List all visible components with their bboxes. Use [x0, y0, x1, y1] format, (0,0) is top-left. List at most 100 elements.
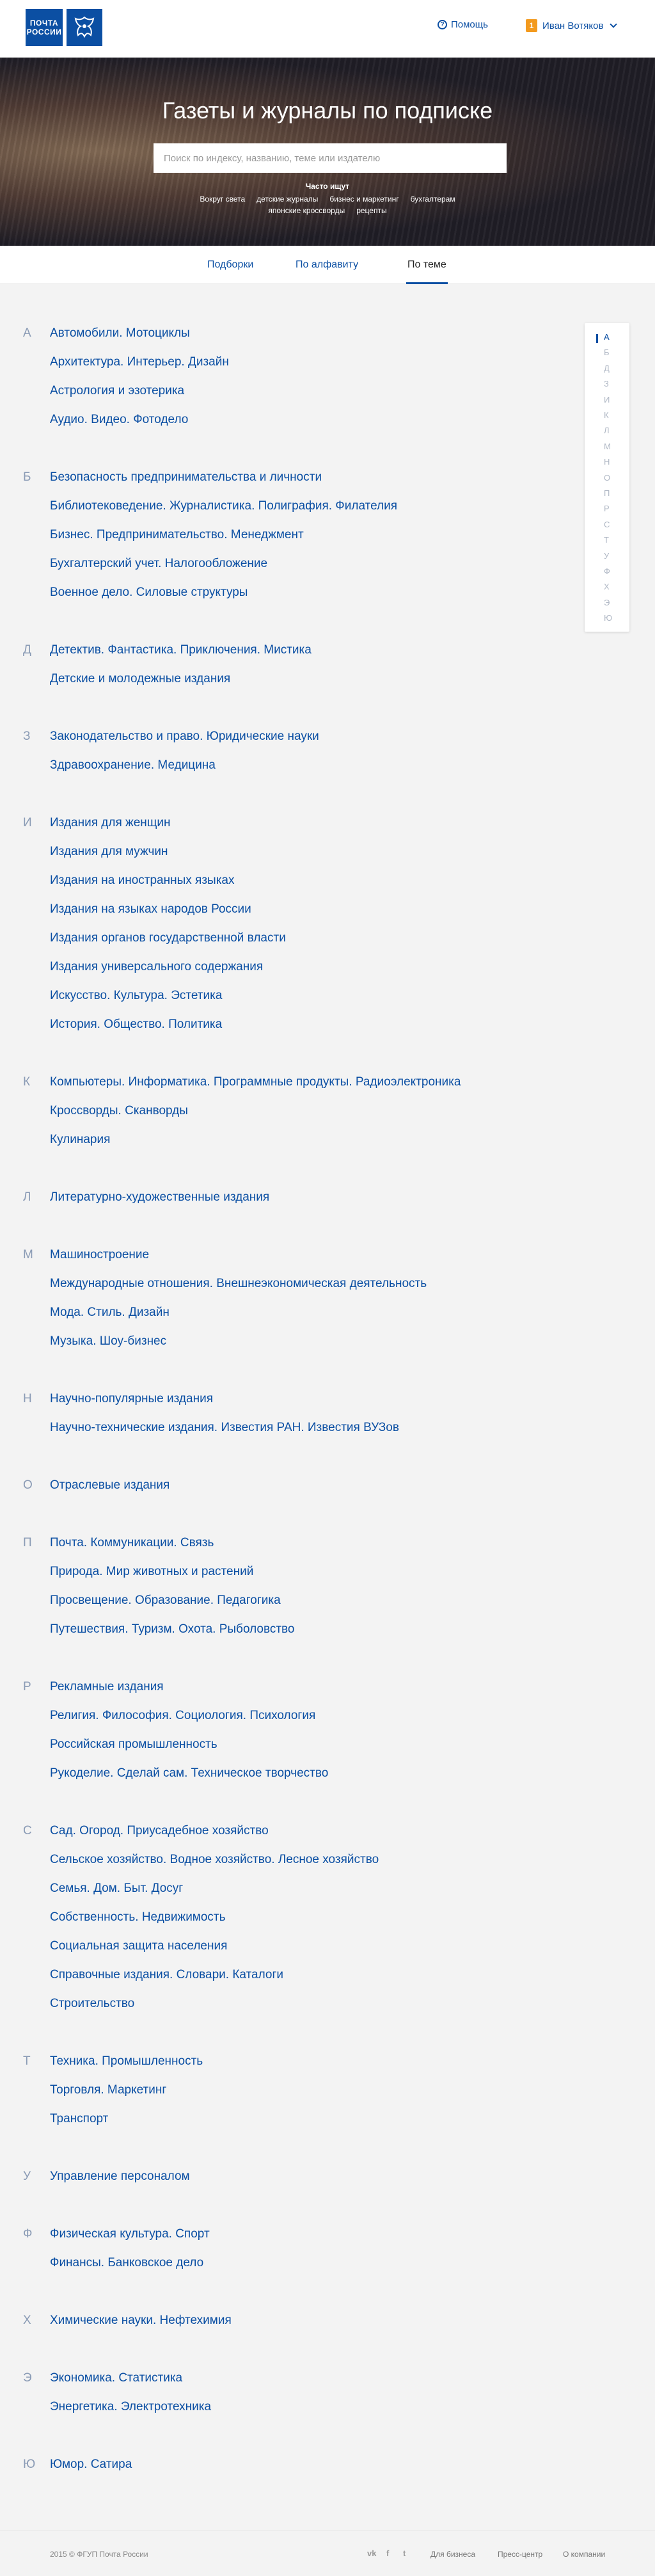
- alphabet-index-letter[interactable]: Х: [604, 582, 610, 591]
- topic-link[interactable]: Физическая культура. Спорт: [50, 2227, 210, 2241]
- popular-search-link[interactable]: Вокруг света: [200, 195, 245, 204]
- topic-link[interactable]: Издания для женщин: [50, 816, 171, 830]
- alphabet-index-letter[interactable]: М: [604, 442, 611, 451]
- topic-link[interactable]: Машиностроение: [50, 1248, 149, 1262]
- tab-alphabetical[interactable]: По алфавиту: [296, 246, 358, 284]
- topic-link[interactable]: Рекламные издания: [50, 1680, 164, 1694]
- topic-link[interactable]: Безопасность предпринимательства и лично…: [50, 470, 322, 484]
- topic-link[interactable]: Техника. Промышленность: [50, 2054, 203, 2068]
- topic-link[interactable]: Природа. Мир животных и растений: [50, 1565, 253, 1579]
- topic-link[interactable]: Юмор. Сатира: [50, 2458, 132, 2472]
- alphabet-index-letter[interactable]: Ю: [604, 613, 612, 623]
- russian-post-logo[interactable]: ПОЧТА РОССИИ: [26, 9, 102, 46]
- twitter-icon[interactable]: t: [403, 2548, 406, 2558]
- topic-link[interactable]: Сельское хозяйство. Водное хозяйство. Ле…: [50, 1853, 379, 1867]
- tab-by-topic[interactable]: По теме: [406, 246, 448, 284]
- topic-link[interactable]: Энергетика. Электротехника: [50, 2400, 211, 2414]
- alphabet-index-letter[interactable]: Д: [604, 364, 610, 373]
- topic-link[interactable]: Мода. Стиль. Дизайн: [50, 1306, 170, 1320]
- user-menu[interactable]: 1 Иван Вотяков: [526, 19, 618, 32]
- topic-link[interactable]: Законодательство и право. Юридические на…: [50, 730, 319, 744]
- topic-link[interactable]: Финансы. Банковское дело: [50, 2256, 203, 2270]
- topic-link[interactable]: Рукоделие. Сделай сам. Техническое творч…: [50, 1766, 328, 1780]
- topic-link[interactable]: Детектив. Фантастика. Приключения. Мисти…: [50, 643, 312, 657]
- alphabet-index-letter[interactable]: А: [604, 332, 610, 342]
- tab-collections[interactable]: Подборки: [207, 246, 253, 284]
- alphabet-index-letter[interactable]: У: [604, 551, 609, 561]
- vk-icon[interactable]: vk: [367, 2548, 376, 2558]
- alphabet-index-letter[interactable]: Л: [604, 426, 610, 435]
- topic-link[interactable]: Библиотековедение. Журналистика. Полигра…: [50, 499, 397, 513]
- alphabet-index: АБДЗИКЛМНОПРСТУФХЭЮ: [585, 323, 629, 632]
- topic-link[interactable]: Строительство: [50, 1997, 134, 2011]
- topic-link[interactable]: Кроссворды. Сканворды: [50, 1104, 188, 1118]
- topic-link[interactable]: Аудио. Видео. Фотодело: [50, 413, 188, 427]
- topic-link[interactable]: Издания универсального содержания: [50, 960, 263, 974]
- topic-link[interactable]: Литературно-художественные издания: [50, 1190, 269, 1204]
- question-circle-icon: ?: [438, 20, 447, 29]
- topic-link[interactable]: Здравоохранение. Медицина: [50, 758, 216, 772]
- alphabet-index-letter[interactable]: Т: [604, 535, 609, 545]
- topic-link[interactable]: Экономика. Статистика: [50, 2371, 182, 2385]
- alphabet-index-letter[interactable]: Э: [604, 598, 610, 607]
- footer-link-about[interactable]: О компании: [563, 2550, 605, 2559]
- alphabet-index-letter[interactable]: Н: [604, 457, 610, 467]
- popular-search-link[interactable]: японские кроссворды: [268, 206, 345, 215]
- topic-link[interactable]: Издания на иностранных языках: [50, 874, 235, 888]
- alphabet-index-letter[interactable]: О: [604, 473, 610, 483]
- topic-link[interactable]: Социальная защита населения: [50, 1939, 227, 1953]
- alphabet-index-letter[interactable]: З: [604, 379, 609, 388]
- topic-link[interactable]: Кулинария: [50, 1133, 110, 1147]
- facebook-icon[interactable]: f: [386, 2548, 389, 2558]
- alphabet-index-letter[interactable]: Б: [604, 348, 610, 357]
- topic-catalog: А Автомобили. Мотоциклы Архитектура. Интер…: [0, 284, 655, 2531]
- popular-search-link[interactable]: рецепты: [356, 206, 386, 215]
- topic-link[interactable]: Международные отношения. Внешнеэкономиче…: [50, 1277, 427, 1291]
- search-input[interactable]: [154, 143, 507, 173]
- site-footer: 2015 © ФГУП Почта России vk f t Для бизн…: [0, 2531, 655, 2576]
- footer-link-press[interactable]: Пресс-центр: [498, 2550, 542, 2559]
- topic-link[interactable]: Архитектура. Интерьер. Дизайн: [50, 355, 229, 369]
- alphabet-index-letter[interactable]: Ф: [604, 566, 610, 576]
- topic-link[interactable]: Компьютеры. Информатика. Программные про…: [50, 1075, 461, 1089]
- topic-link[interactable]: Научно-технические издания. Известия РАН…: [50, 1421, 399, 1435]
- topic-link[interactable]: Химические науки. Нефтехимия: [50, 2314, 232, 2328]
- help-link[interactable]: ? Помощь: [438, 19, 488, 30]
- popular-search-link[interactable]: бизнес и маркетинг: [329, 195, 399, 204]
- topic-link[interactable]: Транспорт: [50, 2112, 108, 2126]
- topic-link[interactable]: Музыка. Шоу-бизнес: [50, 1334, 166, 1348]
- topic-link[interactable]: Детские и молодежные издания: [50, 672, 230, 686]
- alphabet-index-letter[interactable]: К: [604, 410, 609, 420]
- alphabet-index-letter[interactable]: С: [604, 520, 610, 529]
- footer-link-business[interactable]: Для бизнеса: [430, 2550, 475, 2559]
- alphabet-index-letter[interactable]: И: [604, 395, 610, 404]
- topic-link[interactable]: Торговля. Маркетинг: [50, 2083, 166, 2097]
- topic-link[interactable]: Религия. Философия. Социология. Психолог…: [50, 1709, 315, 1723]
- alphabet-index-letter[interactable]: П: [604, 488, 610, 498]
- topic-link[interactable]: Военное дело. Силовые структуры: [50, 586, 248, 600]
- topic-link[interactable]: Издания на языках народов России: [50, 902, 251, 916]
- topic-link[interactable]: Российская промышленность: [50, 1738, 217, 1752]
- topic-link[interactable]: Искусство. Культура. Эстетика: [50, 989, 222, 1003]
- popular-search-link[interactable]: детские журналы: [256, 195, 318, 204]
- topic-link[interactable]: Научно-популярные издания: [50, 1392, 213, 1406]
- topic-link[interactable]: Отраслевые издания: [50, 1478, 170, 1492]
- topic-link[interactable]: Почта. Коммуникации. Связь: [50, 1536, 214, 1550]
- topic-link[interactable]: Астрология и эзотерика: [50, 384, 184, 398]
- popular-search-link[interactable]: бухгалтерам: [411, 195, 455, 204]
- topic-link[interactable]: Бизнес. Предпринимательство. Менеджмент: [50, 528, 304, 542]
- topic-link[interactable]: Справочные издания. Словари. Каталоги: [50, 1968, 283, 1982]
- topic-link[interactable]: Собственность. Недвижимость: [50, 1910, 226, 1924]
- topic-link[interactable]: Издания для мужчин: [50, 845, 168, 859]
- topic-link[interactable]: Издания органов государственной власти: [50, 931, 286, 945]
- topic-link[interactable]: История. Общество. Политика: [50, 1018, 222, 1032]
- group-letter: Х: [23, 2314, 31, 2327]
- topic-link[interactable]: Путешествия. Туризм. Охота. Рыболовство: [50, 1622, 295, 1636]
- topic-link[interactable]: Сад. Огород. Приусадебное хозяйство: [50, 1824, 269, 1838]
- topic-link[interactable]: Семья. Дом. Быт. Досуг: [50, 1882, 183, 1896]
- topic-link[interactable]: Автомобили. Мотоциклы: [50, 326, 190, 340]
- topic-link[interactable]: Просвещение. Образование. Педагогика: [50, 1594, 281, 1608]
- alphabet-index-letter[interactable]: Р: [604, 504, 610, 513]
- topic-link[interactable]: Бухгалтерский учет. Налогообложение: [50, 557, 267, 571]
- topic-link[interactable]: Управление персоналом: [50, 2170, 190, 2184]
